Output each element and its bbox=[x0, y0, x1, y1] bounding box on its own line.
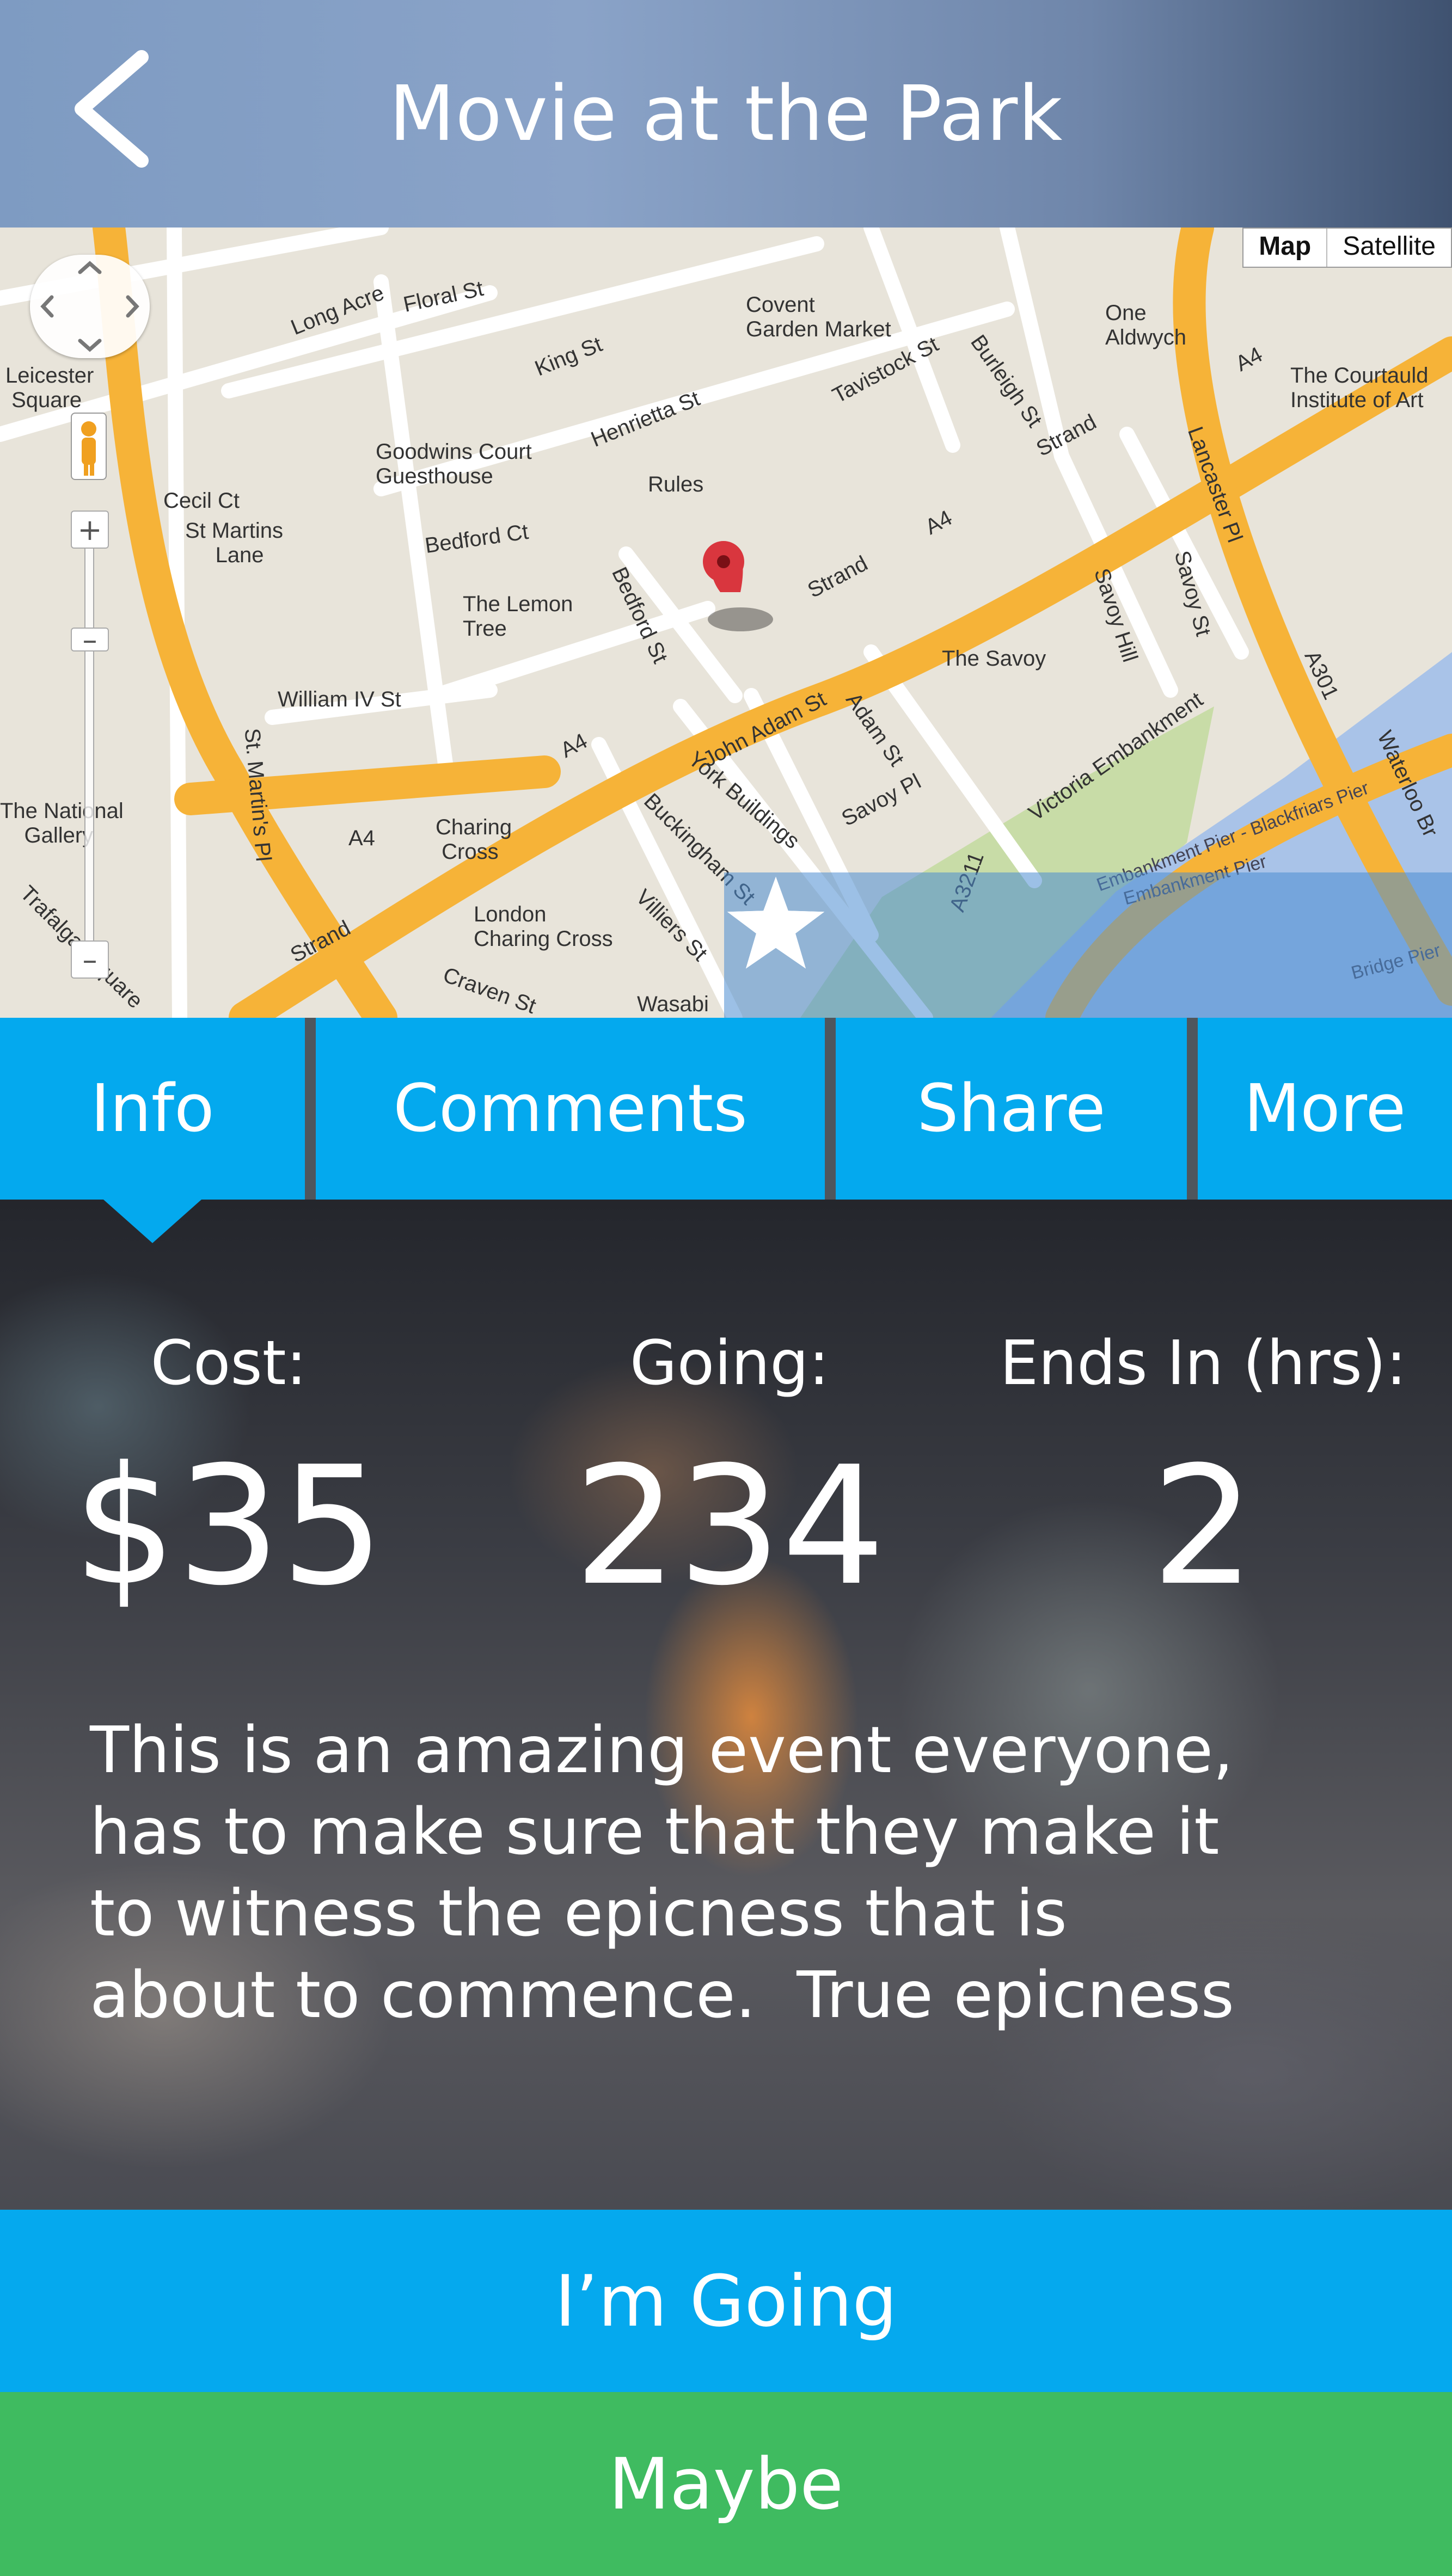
maybe-button[interactable]: Maybe bbox=[0, 2392, 1452, 2576]
selected-tab-pointer bbox=[103, 1200, 201, 1243]
tab-info[interactable]: Info bbox=[0, 1018, 305, 1200]
going-label: Going: bbox=[629, 1328, 830, 1399]
tab-label: Share bbox=[917, 1071, 1106, 1147]
tab-divider bbox=[305, 1018, 316, 1200]
tab-more[interactable]: More bbox=[1198, 1018, 1452, 1200]
tab-label: More bbox=[1243, 1071, 1406, 1147]
zoom-slider-handle[interactable]: – bbox=[71, 623, 109, 657]
ends-in-value: 2 bbox=[1151, 1431, 1255, 1621]
tab-comments[interactable]: Comments bbox=[316, 1018, 825, 1200]
tab-label: Comments bbox=[393, 1071, 748, 1147]
cost-value: $35 bbox=[72, 1431, 385, 1621]
map-type-toggle[interactable]: Map Satellite bbox=[1242, 228, 1452, 268]
description-line: has to make sure that they make it bbox=[90, 1794, 1220, 1869]
tab-divider bbox=[1187, 1018, 1198, 1200]
street-view-pegman-icon[interactable] bbox=[71, 413, 107, 480]
page-title: Movie at the Park bbox=[389, 69, 1063, 158]
star-empty-icon[interactable] bbox=[724, 872, 828, 976]
tab-label: Info bbox=[90, 1071, 215, 1147]
back-button[interactable] bbox=[60, 46, 169, 171]
zoom-slider[interactable] bbox=[84, 511, 94, 959]
tab-divider bbox=[825, 1018, 836, 1200]
map-type-map[interactable]: Map bbox=[1243, 229, 1328, 267]
chevron-left-icon bbox=[75, 50, 149, 168]
description-line: to witness the epicness that is bbox=[90, 1876, 1067, 1951]
pan-arrows-icon bbox=[40, 261, 139, 352]
map-pan-control[interactable] bbox=[30, 255, 150, 358]
map-view[interactable]: Long Acre Floral St Covent Garden Market … bbox=[0, 228, 1452, 1018]
im-going-button[interactable]: I’m Going bbox=[0, 2210, 1452, 2392]
cost-label: Cost: bbox=[150, 1328, 307, 1399]
going-value: 234 bbox=[573, 1431, 886, 1621]
zoom-out-button[interactable]: – bbox=[71, 940, 109, 979]
tab-share[interactable]: Share bbox=[836, 1018, 1187, 1200]
map-type-satellite[interactable]: Satellite bbox=[1327, 229, 1451, 267]
description-line: This is an amazing event everyone, bbox=[90, 1712, 1234, 1787]
zoom-in-button[interactable]: + bbox=[71, 511, 109, 549]
ends-in-label: Ends In (hrs): bbox=[1000, 1328, 1407, 1399]
description-line: about to commence. True epicness bbox=[90, 1957, 1234, 2032]
event-description: This is an amazing event everyone, has t… bbox=[90, 1709, 1342, 2036]
star-rating[interactable] bbox=[724, 872, 1452, 1018]
tab-bar: Info Comments Share More bbox=[0, 1018, 1452, 1200]
